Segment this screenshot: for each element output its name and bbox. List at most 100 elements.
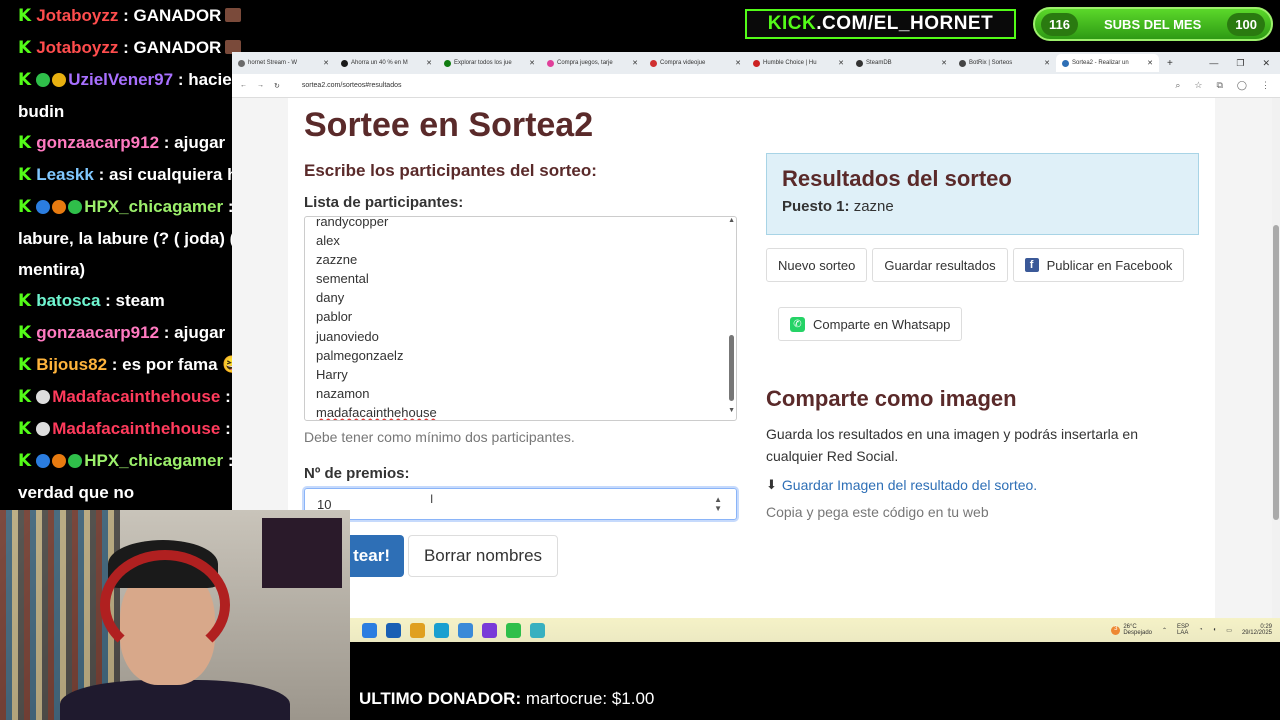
clear-names-button[interactable]: Borrar nombres (408, 535, 558, 577)
weather-desc: Despejado (1123, 630, 1152, 636)
browser-tab[interactable]: Humble Choice | Hu ✕ (747, 54, 850, 72)
facebook-share-button[interactable]: f Publicar en Facebook (1012, 248, 1185, 282)
tab-close-icon[interactable]: ✕ (323, 59, 329, 67)
taskbar-app-icon[interactable] (434, 622, 449, 638)
download-icon: ⬇ (766, 477, 777, 492)
browser-tab[interactable]: Sortea2 - Realizar un ✕ (1056, 54, 1159, 72)
streamer-shirt (60, 680, 290, 720)
streamer-headset (100, 550, 230, 660)
chat-username[interactable]: Leaskk (36, 165, 94, 184)
chat-username[interactable]: gonzaacarp912 (36, 133, 159, 152)
chat-username[interactable]: Madafacainthehouse (52, 387, 220, 406)
taskbar-app-icon[interactable] (410, 622, 425, 638)
bookmark-star-icon[interactable]: ☆ (1194, 80, 1202, 91)
reload-icon[interactable]: ↻ (274, 82, 280, 90)
save-results-button[interactable]: Guardar resultados (872, 248, 1008, 282)
taskbar-app-icon[interactable] (386, 622, 401, 638)
scroll-up-icon[interactable]: ▲ (728, 217, 735, 224)
kick-channel-banner: KICK .COM/EL_HORNET (745, 9, 1016, 39)
browser-tab[interactable]: Explorar todos los jue ✕ (438, 54, 541, 72)
back-icon[interactable]: ← (240, 82, 247, 89)
taskbar-app-icon[interactable] (530, 622, 545, 638)
new-draw-button[interactable]: Nuevo sorteo (766, 248, 868, 282)
whatsapp-share-button[interactable]: ✆ Comparte en Whatsapp (778, 307, 963, 341)
chat-username[interactable]: Madafacainthehouse (52, 419, 220, 438)
participants-textarea[interactable]: randycopper alex zazzne semental dany pablor j… (304, 216, 737, 421)
taskbar-app-icon[interactable] (362, 622, 377, 638)
donor-label: ULTIMO DONADOR: (359, 689, 522, 708)
chat-message: KHPX_chicagamer : la labure, la labure (… (18, 191, 268, 285)
zoom-icon[interactable]: ⌕ (1175, 80, 1180, 91)
maximize-icon[interactable]: ❐ (1236, 58, 1244, 69)
browser-tab[interactable]: Compra videojue ✕ (644, 54, 747, 72)
tray-chevron-icon[interactable]: ⌃ (1162, 627, 1167, 634)
wifi-icon[interactable]: ◔ (1199, 627, 1203, 633)
chat-username[interactable]: Jotaboyzz (36, 6, 118, 25)
facebook-share-label: Publicar en Facebook (1046, 257, 1173, 273)
weather-widget[interactable]: 3 26°C Despejado (1111, 624, 1152, 636)
chat-text: : GANADOR (123, 38, 222, 57)
browser-tab[interactable]: BotRix | Sorteos ✕ (953, 54, 1056, 72)
close-window-icon[interactable]: ✕ (1262, 58, 1270, 69)
spinner-icon[interactable]: ▲ ▼ (714, 495, 722, 513)
participant-entry: madafacainthehouse (316, 404, 437, 420)
scroll-down-icon[interactable]: ▼ (728, 407, 735, 414)
taskbar-app-icon[interactable] (482, 622, 497, 638)
tab-title: Humble Choice | Hu (763, 60, 817, 66)
forward-icon[interactable]: → (257, 82, 264, 89)
tab-title: BotRix | Sorteos (969, 60, 1013, 66)
kick-badge-icon: K (18, 323, 32, 343)
chat-username[interactable]: HPX_chicagamer (84, 451, 223, 470)
page-scrollbar[interactable] (1272, 98, 1280, 618)
menu-icon[interactable]: ⋮ (1261, 80, 1270, 91)
new-tab-icon[interactable]: + (1167, 58, 1173, 69)
chat-message: KHPX_chicagamer : la verdad que no (18, 445, 268, 508)
chat-username[interactable]: gonzaacarp912 (36, 323, 159, 342)
tab-favicon-icon (1062, 59, 1069, 67)
tab-close-icon[interactable]: ✕ (529, 59, 535, 67)
language-indicator[interactable]: ESP LAA (1177, 624, 1189, 636)
tab-close-icon[interactable]: ✕ (838, 59, 844, 67)
chat-username[interactable]: batosca (36, 291, 100, 310)
chat-username[interactable]: HPX_chicagamer (84, 197, 223, 216)
page-scrollbar-thumb[interactable] (1273, 225, 1279, 520)
tab-close-icon[interactable]: ✕ (941, 59, 947, 67)
extensions-icon[interactable]: ⧉ (1216, 80, 1222, 91)
tab-title: Compra videojue (660, 60, 706, 66)
tab-close-icon[interactable]: ✕ (1147, 59, 1153, 67)
tab-favicon-icon (753, 59, 760, 67)
tab-close-icon[interactable]: ✕ (426, 59, 432, 67)
chat-username[interactable]: Bijous82 (36, 355, 107, 374)
volume-icon[interactable]: ◖ (1213, 627, 1217, 633)
tab-close-icon[interactable]: ✕ (632, 59, 638, 67)
url-input[interactable]: sortea2.com/sorteos#resultados (302, 82, 402, 89)
result-winner: zazne (853, 198, 894, 215)
chat-username[interactable]: Jotaboyzz (36, 38, 118, 57)
participants-list-label: Lista de participantes: (304, 194, 464, 211)
prizes-number-input[interactable]: 10 ▲ ▼ (304, 488, 737, 520)
window-controls: — ❐ ✕ (1209, 58, 1280, 69)
profile-icon[interactable]: ◯ (1237, 80, 1247, 91)
kick-logo-text: KICK (767, 13, 817, 34)
browser-tab[interactable]: Compra juegos, tarje ✕ (541, 54, 644, 72)
user-badge-icon (52, 200, 67, 214)
minimize-icon[interactable]: — (1209, 58, 1218, 69)
taskbar-app-icon[interactable] (458, 622, 473, 638)
kick-badge-icon: K (18, 451, 32, 471)
battery-icon[interactable]: ▭ (1226, 627, 1232, 634)
textarea-scrollbar-thumb[interactable] (729, 335, 734, 401)
save-image-link[interactable]: ⬇ Guardar Imagen del resultado del sorteo… (766, 477, 1037, 493)
participant-entry: semental (316, 271, 369, 287)
tab-favicon-icon (444, 59, 451, 67)
chat-text: : (225, 419, 231, 438)
prizes-label: Nº de premios: (304, 465, 410, 482)
tab-close-icon[interactable]: ✕ (1044, 59, 1050, 67)
tab-close-icon[interactable]: ✕ (735, 59, 741, 67)
browser-tab[interactable]: hornet Stream - W ✕ (232, 54, 335, 72)
clock[interactable]: 0:29 29/12/2025 (1242, 624, 1272, 636)
chat-username[interactable]: UzielVener97 (68, 70, 173, 89)
chat-message: K Jotaboyzz : GANADOR (18, 32, 268, 64)
browser-tab[interactable]: SteamDB ✕ (850, 54, 953, 72)
browser-tab[interactable]: Ahorra un 40 % en M ✕ (335, 54, 438, 72)
taskbar-app-icon[interactable] (506, 622, 521, 638)
